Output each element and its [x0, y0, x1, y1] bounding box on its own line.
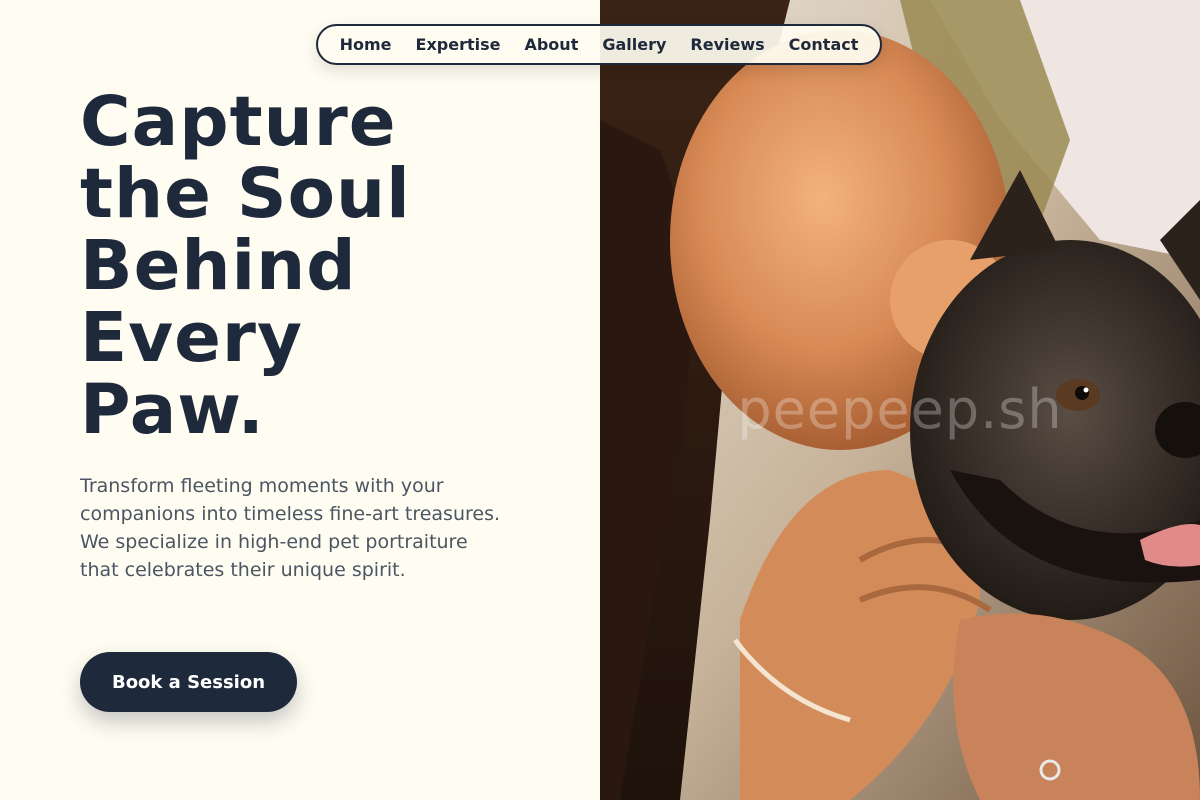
hero-content: Capture the Soul Behind Every Paw. Trans…	[0, 0, 600, 800]
nav-expertise[interactable]: Expertise	[416, 35, 501, 54]
photo-illustration	[600, 0, 1200, 800]
landing-page: Capture the Soul Behind Every Paw. Trans…	[0, 0, 1200, 800]
hero-title-line: Paw.	[80, 370, 265, 450]
nav-home[interactable]: Home	[340, 35, 392, 54]
nav-about[interactable]: About	[524, 35, 578, 54]
book-session-button[interactable]: Book a Session	[80, 652, 297, 712]
hero-description: Transform fleeting moments with your com…	[80, 475, 501, 581]
nav-reviews[interactable]: Reviews	[690, 35, 764, 54]
main-navigation: Home Expertise About Gallery Reviews Con…	[316, 24, 882, 65]
hero-title-line: Capture	[80, 82, 397, 162]
hero-title-line: the Soul	[80, 154, 411, 234]
hero-photo: peepeep.sh	[600, 0, 1200, 800]
nav-gallery[interactable]: Gallery	[602, 35, 666, 54]
hero-title: Capture the Soul Behind Every Paw.	[80, 86, 560, 446]
hero-title-line: Every	[80, 298, 303, 378]
hero-title-line: Behind	[80, 226, 357, 306]
nav-contact[interactable]: Contact	[789, 35, 859, 54]
